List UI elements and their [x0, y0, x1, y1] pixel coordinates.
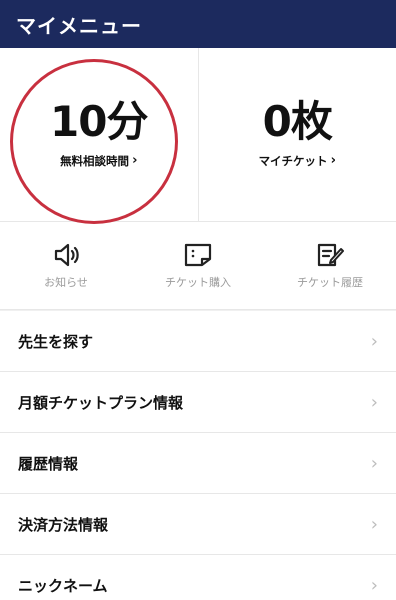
- menu-item-monthly-plan[interactable]: 月額チケットプラン情報 ›: [0, 372, 396, 433]
- my-ticket-value: 0枚: [262, 96, 333, 146]
- shortcut-bar: お知らせ チケット購入 チケット履歴: [0, 222, 396, 310]
- menu-item-history[interactable]: 履歴情報 ›: [0, 433, 396, 494]
- shortcut-ticket-purchase-label: チケット購入: [165, 275, 231, 289]
- shortcut-notifications-label: お知らせ: [44, 275, 88, 289]
- my-ticket-card[interactable]: 0枚 マイチケット ›: [197, 48, 396, 221]
- chevron-right-icon: ›: [370, 452, 378, 474]
- menu-item-nickname[interactable]: ニックネーム ›: [0, 555, 396, 600]
- edit-history-icon: [317, 243, 344, 266]
- my-ticket-label: マイチケット: [258, 153, 328, 168]
- page-title: マイメニュー: [16, 13, 142, 38]
- menu-item-label: 決済方法情報: [18, 515, 109, 534]
- chevron-right-icon: ›: [370, 513, 378, 535]
- menu-item-find-teacher[interactable]: 先生を探す ›: [0, 311, 396, 372]
- menu-item-label: 履歴情報: [18, 454, 79, 473]
- chevron-right-icon: ›: [330, 153, 336, 168]
- menu-item-label: 先生を探す: [18, 332, 94, 351]
- menu-list: 先生を探す › 月額チケットプラン情報 › 履歴情報 › 決済方法情報 › ニッ…: [0, 310, 396, 600]
- stats-panel: 10分 無料相談時間 › 0枚 マイチケット ›: [0, 48, 396, 224]
- speaker-icon: [54, 243, 79, 266]
- shortcut-ticket-history-label: チケット履歴: [297, 275, 363, 289]
- menu-item-label: 月額チケットプラン情報: [18, 393, 184, 412]
- page-header: マイメニュー: [0, 0, 396, 48]
- ticket-purchase-icon: [184, 243, 212, 266]
- highlight-circle: [10, 59, 178, 224]
- shortcut-ticket-history[interactable]: チケット履歴: [264, 222, 396, 309]
- shortcut-notifications[interactable]: お知らせ: [0, 222, 132, 309]
- chevron-right-icon: ›: [370, 391, 378, 413]
- free-consult-time-card[interactable]: 10分 無料相談時間 ›: [0, 48, 198, 224]
- shortcut-ticket-purchase[interactable]: チケット購入: [132, 222, 264, 309]
- menu-item-label: ニックネーム: [18, 576, 108, 595]
- menu-item-payment-method[interactable]: 決済方法情報 ›: [0, 494, 396, 555]
- chevron-right-icon: ›: [370, 574, 378, 596]
- chevron-right-icon: ›: [370, 330, 378, 352]
